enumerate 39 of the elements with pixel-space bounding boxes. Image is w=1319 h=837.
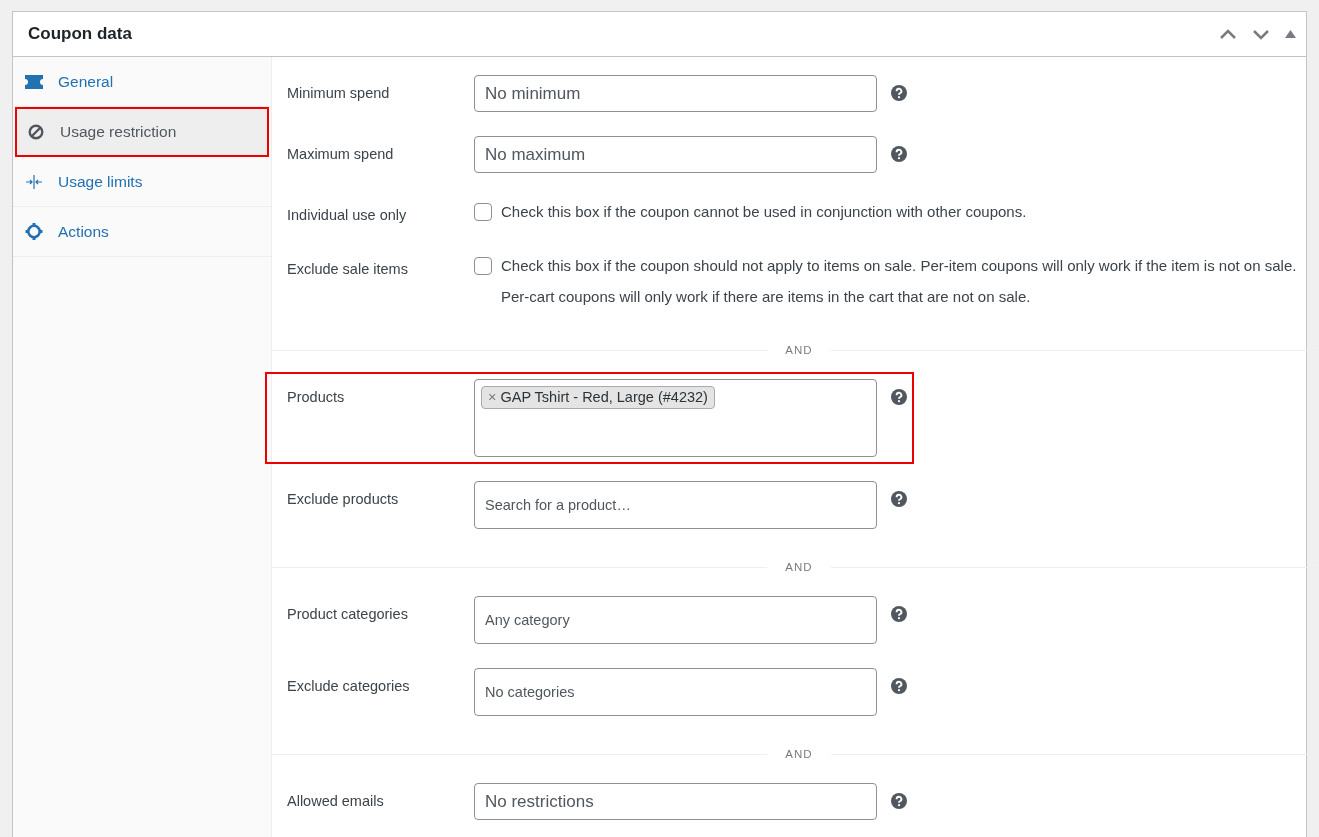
input-field[interactable]: No maximum — [474, 136, 877, 173]
field-label: Exclude sale items — [287, 260, 409, 279]
input-field[interactable]: No minimum — [474, 75, 877, 112]
field-label: Minimum spend — [287, 84, 391, 103]
help-icon[interactable] — [891, 793, 907, 809]
sidebar-tab[interactable]: Usage restriction — [15, 107, 269, 157]
sidebar-tab[interactable]: Actions — [13, 207, 271, 257]
ticket-icon — [25, 74, 43, 89]
panel-title: Coupon data — [28, 24, 132, 44]
prohibited-icon — [27, 123, 45, 140]
checkbox[interactable] — [474, 203, 492, 221]
field-label: Allowed emails — [287, 792, 385, 811]
help-icon[interactable] — [891, 491, 907, 507]
chevron-down-icon[interactable] — [1252, 28, 1270, 40]
triangle-up-icon[interactable] — [1285, 30, 1296, 38]
sidebar-tab[interactable]: Usage limits — [13, 157, 271, 207]
search-field[interactable]: Search for a product… — [474, 481, 877, 529]
checkbox-description: Check this box if the coupon should not apply to items on sale. Per-item coupons will only work if the item is not on sale. Per-cart coupons will only work if there are items in the cart that are not on sale. — [501, 256, 1298, 307]
checkbox[interactable] — [474, 257, 492, 275]
field-label: Product categories — [287, 605, 409, 624]
help-icon[interactable] — [891, 389, 907, 405]
search-field[interactable]: No categories — [474, 668, 877, 716]
gear-icon — [25, 223, 43, 240]
chevron-up-icon[interactable] — [1219, 28, 1237, 40]
product-tag[interactable]: × GAP Tshirt - Red, Large (#4232) — [481, 386, 715, 409]
input-field[interactable]: No restrictions — [474, 783, 877, 820]
field-label: Products — [287, 388, 346, 407]
help-icon[interactable] — [891, 146, 907, 162]
field-label: Individual use only — [287, 206, 408, 225]
help-icon[interactable] — [891, 606, 907, 622]
help-icon[interactable] — [891, 85, 907, 101]
field-label: Exclude categories — [287, 677, 411, 696]
search-field[interactable]: Any category — [474, 596, 877, 644]
help-icon[interactable] — [891, 678, 907, 694]
arrows-inward-icon — [25, 174, 43, 189]
checkbox-description: Check this box if the coupon cannot be used in conjunction with other coupons. — [501, 202, 1027, 222]
field-label: Exclude products — [287, 490, 400, 509]
product-select-field[interactable]: × GAP Tshirt - Red, Large (#4232) — [474, 379, 877, 457]
field-label: Maximum spend — [287, 145, 395, 164]
